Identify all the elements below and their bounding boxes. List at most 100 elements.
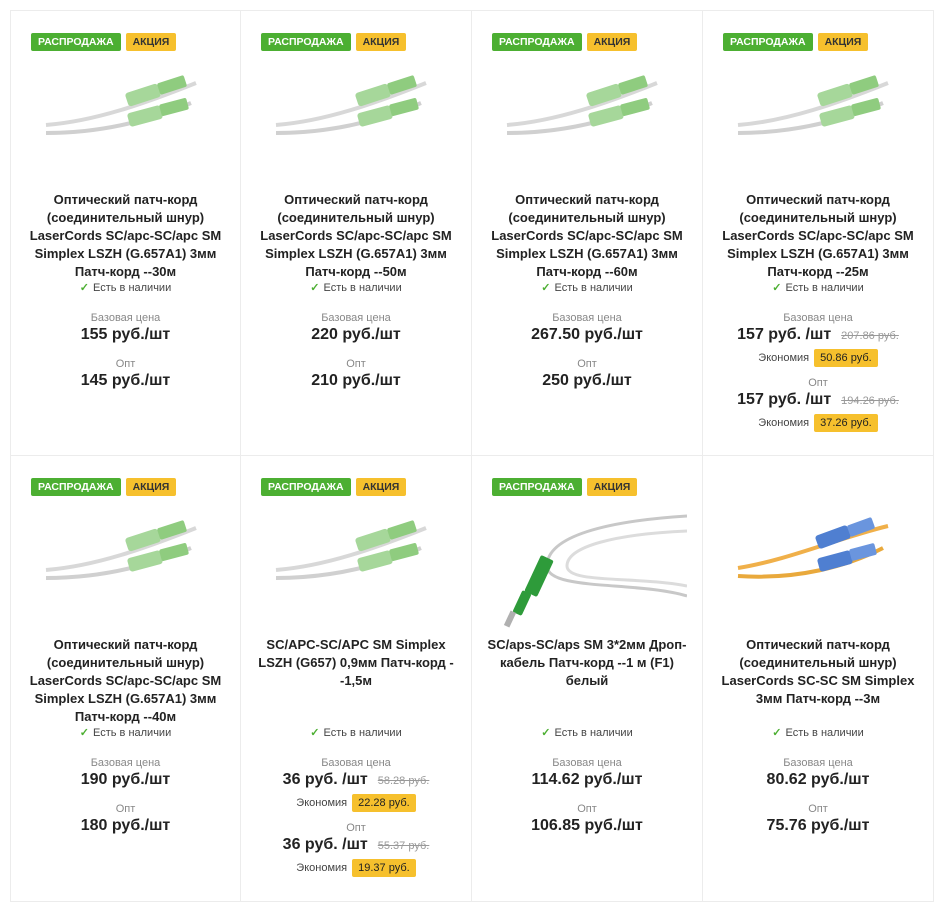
product-card[interactable]: Оптический патч-корд (соединительный шну… (703, 456, 934, 902)
wholesale-label: Опт (115, 358, 136, 370)
savings: Экономия 19.37 руб. (241, 859, 471, 877)
product-image[interactable] (487, 506, 687, 646)
base-price-label: Базовая цена (552, 757, 622, 769)
product-image[interactable] (487, 63, 687, 153)
product-title[interactable]: Оптический патч-корд (соединительный шну… (256, 191, 456, 281)
base-price: 80.62 руб./шт (766, 771, 870, 788)
product-image[interactable] (718, 508, 918, 598)
product-card[interactable]: РАСПРОДАЖА АКЦИЯ Оптический патч-корд (с… (241, 10, 472, 456)
old-price: 55.37 руб. (377, 840, 430, 852)
product-card[interactable]: РАСПРОДАЖА АКЦИЯ Оптический патч-корд (с… (10, 456, 241, 902)
stock-status: ✓ Есть в наличии (310, 727, 402, 739)
sale-badge: РАСПРОДАЖА (723, 33, 813, 51)
badges: РАСПРОДАЖА АКЦИЯ (261, 33, 407, 51)
product-image[interactable] (256, 508, 456, 598)
promo-badge: АКЦИЯ (586, 33, 638, 51)
badges: РАСПРОДАЖА АКЦИЯ (31, 33, 177, 51)
sale-badge: РАСПРОДАЖА (492, 478, 582, 496)
wholesale-price: 75.76 руб./шт (766, 817, 870, 834)
product-image[interactable] (26, 508, 226, 598)
check-icon: ✓ (310, 727, 320, 739)
badges: РАСПРОДАЖА АКЦИЯ (723, 33, 869, 51)
check-icon: ✓ (79, 727, 89, 739)
check-icon: ✓ (772, 282, 782, 294)
product-title[interactable]: Оптический патч-корд (соединительный шну… (26, 636, 225, 726)
savings-amount: 50.86 руб. (814, 349, 878, 367)
check-icon: ✓ (541, 282, 551, 294)
wholesale-label: Опт (346, 358, 366, 370)
check-icon: ✓ (310, 282, 320, 294)
old-price: 207.86 руб. (841, 330, 899, 342)
base-price-label: Базовая цена (783, 757, 853, 769)
wholesale-price: 210 руб./шт (311, 372, 401, 389)
savings-amount: 22.28 руб. (352, 794, 416, 812)
savings-amount: 19.37 руб. (352, 859, 416, 877)
stock-status: ✓ Есть в наличии (79, 727, 172, 739)
badges: РАСПРОДАЖА АКЦИЯ (261, 478, 407, 496)
product-card[interactable]: РАСПРОДАЖА АКЦИЯ SC/APC-SC/APC SM Simple… (241, 456, 472, 902)
base-price-label: Базовая цена (90, 757, 161, 769)
stock-status: ✓ Есть в наличии (541, 282, 633, 294)
wholesale-price: 250 руб./шт (542, 372, 632, 389)
wholesale-price: 157 руб. /шт 194.26 руб. (737, 391, 899, 408)
base-price-label: Базовая цена (783, 312, 853, 324)
wholesale-price: 106.85 руб./шт (531, 817, 643, 834)
stock-status: ✓ Есть в наличии (310, 282, 402, 294)
savings: Экономия 37.26 руб. (703, 414, 933, 432)
stock-status: ✓ Есть в наличии (541, 727, 633, 739)
base-price-label: Базовая цена (321, 757, 391, 769)
wholesale-label: Опт (808, 803, 828, 815)
base-price: 114.62 руб./шт (531, 771, 643, 788)
badges: РАСПРОДАЖА АКЦИЯ (492, 478, 638, 496)
wholesale-price: 36 руб. /шт 55.37 руб. (282, 836, 430, 853)
product-title[interactable]: SC/aps-SC/aps SM 3*2мм Дроп-кабель Патч-… (487, 636, 687, 690)
wholesale-price: 145 руб./шт (80, 372, 171, 389)
promo-badge: АКЦИЯ (355, 478, 407, 496)
check-icon: ✓ (541, 727, 551, 739)
product-card[interactable]: РАСПРОДАЖА АКЦИЯ Оптический патч-корд (с… (10, 10, 241, 456)
stock-status: ✓ Есть в наличии (79, 282, 172, 294)
product-image[interactable] (718, 63, 918, 153)
wholesale-label: Опт (346, 822, 366, 834)
sale-badge: РАСПРОДАЖА (492, 33, 582, 51)
product-image[interactable] (26, 63, 226, 153)
product-image[interactable] (256, 63, 456, 153)
wholesale-label: Опт (577, 358, 597, 370)
check-icon: ✓ (79, 282, 89, 294)
product-title[interactable]: Оптический патч-корд (соединительный шну… (718, 636, 918, 708)
product-card[interactable]: РАСПРОДАЖА АКЦИЯ SC/aps-SC/aps SM 3*2мм … (472, 456, 703, 902)
wholesale-label: Опт (577, 803, 597, 815)
product-card[interactable]: РАСПРОДАЖА АКЦИЯ Оптический патч-корд (с… (472, 10, 703, 456)
base-price: 267.50 руб./шт (531, 326, 643, 343)
sale-badge: РАСПРОДАЖА (261, 478, 351, 496)
promo-badge: АКЦИЯ (586, 478, 638, 496)
savings: Экономия 22.28 руб. (241, 794, 471, 812)
stock-status: ✓ Есть в наличии (772, 727, 864, 739)
base-price: 220 руб./шт (311, 326, 401, 343)
wholesale-label: Опт (115, 803, 136, 815)
base-price-label: Базовая цена (321, 312, 391, 324)
base-price: 155 руб./шт (80, 326, 171, 343)
base-price-label: Базовая цена (552, 312, 622, 324)
product-title[interactable]: Оптический патч-корд (соединительный шну… (487, 191, 687, 281)
product-card[interactable]: РАСПРОДАЖА АКЦИЯ Оптический патч-корд (с… (703, 10, 934, 456)
base-price: 190 руб./шт (80, 771, 171, 788)
product-title[interactable]: Оптический патч-корд (соединительный шну… (26, 191, 225, 281)
sale-badge: РАСПРОДАЖА (261, 33, 351, 51)
savings-amount: 37.26 руб. (814, 414, 878, 432)
sale-badge: РАСПРОДАЖА (31, 478, 121, 496)
product-grid: РАСПРОДАЖА АКЦИЯ Оптический патч-корд (с… (10, 10, 934, 902)
old-price: 58.28 руб. (377, 775, 430, 787)
promo-badge: АКЦИЯ (125, 33, 177, 51)
product-title[interactable]: Оптический патч-корд (соединительный шну… (718, 191, 918, 281)
savings: Экономия 50.86 руб. (703, 349, 933, 367)
base-price: 157 руб. /шт 207.86 руб. (737, 326, 899, 343)
badges: РАСПРОДАЖА АКЦИЯ (31, 478, 177, 496)
badges: РАСПРОДАЖА АКЦИЯ (492, 33, 638, 51)
sale-badge: РАСПРОДАЖА (31, 33, 121, 51)
promo-badge: АКЦИЯ (355, 33, 407, 51)
base-price-label: Базовая цена (90, 312, 161, 324)
check-icon: ✓ (772, 727, 782, 739)
product-title[interactable]: SC/APC-SC/APC SM Simplex LSZH (G657) 0,9… (256, 636, 456, 690)
old-price: 194.26 руб. (841, 395, 899, 407)
